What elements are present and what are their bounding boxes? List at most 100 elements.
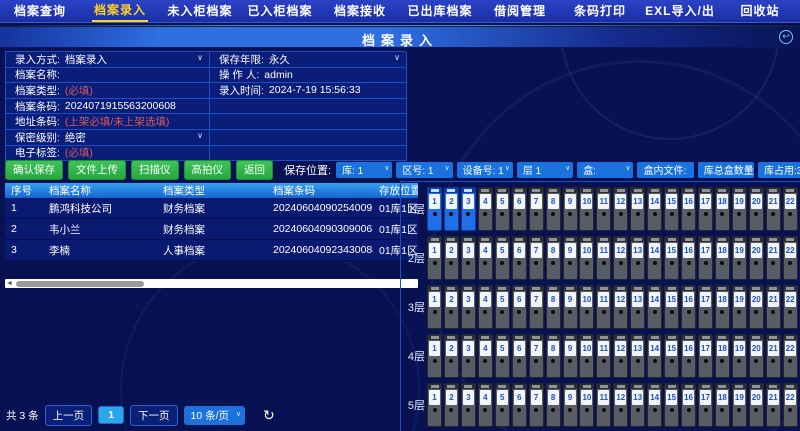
archive-box[interactable]: 2 bbox=[444, 236, 459, 280]
archive-box[interactable]: 10 bbox=[579, 334, 594, 378]
archive-box[interactable]: 19 bbox=[732, 187, 747, 231]
archive-box[interactable]: 19 bbox=[732, 383, 747, 427]
next-page-button[interactable]: 下一页 bbox=[130, 405, 178, 426]
field-save-years[interactable]: 保存年限: 永久 ∨ bbox=[210, 52, 407, 68]
archive-box[interactable]: 20 bbox=[749, 236, 764, 280]
location-select[interactable]: 区号: 1∨ bbox=[396, 162, 452, 178]
archive-box[interactable]: 20 bbox=[749, 334, 764, 378]
archive-box[interactable]: 13 bbox=[630, 383, 645, 427]
archive-box[interactable]: 20 bbox=[749, 383, 764, 427]
archive-box[interactable]: 6 bbox=[512, 236, 527, 280]
archive-box[interactable]: 7 bbox=[529, 187, 544, 231]
archive-box[interactable]: 6 bbox=[512, 285, 527, 329]
archive-box[interactable]: 1 bbox=[427, 334, 442, 378]
scroll-left-icon[interactable]: ◄ bbox=[6, 279, 13, 288]
scrollbar-thumb[interactable] bbox=[16, 281, 144, 287]
table-row[interactable]: 2韦小兰财务档案202406040903090063601库1区 bbox=[5, 219, 418, 240]
archive-box[interactable]: 22 bbox=[783, 285, 798, 329]
archive-box[interactable]: 6 bbox=[512, 383, 527, 427]
current-page-button[interactable]: 1 bbox=[98, 406, 124, 424]
archive-box[interactable]: 14 bbox=[647, 187, 662, 231]
prev-page-button[interactable]: 上一页 bbox=[45, 405, 93, 426]
table-row[interactable]: 3李楠人事档案202406040923430084401库1区 bbox=[5, 240, 418, 261]
archive-box[interactable]: 18 bbox=[715, 285, 730, 329]
archive-box[interactable]: 3 bbox=[461, 383, 476, 427]
archive-box[interactable]: 16 bbox=[681, 383, 696, 427]
archive-box[interactable]: 9 bbox=[563, 285, 578, 329]
archive-box[interactable]: 4 bbox=[478, 236, 493, 280]
archive-box[interactable]: 15 bbox=[664, 334, 679, 378]
field-archive-name[interactable]: 档案名称: bbox=[6, 68, 210, 84]
archive-box[interactable]: 18 bbox=[715, 187, 730, 231]
archive-box[interactable]: 19 bbox=[732, 334, 747, 378]
archive-box[interactable]: 15 bbox=[664, 236, 679, 280]
archive-box[interactable]: 9 bbox=[563, 383, 578, 427]
archive-box[interactable]: 1 bbox=[427, 383, 442, 427]
field-secrecy-level[interactable]: 保密级别: 绝密 ∨ bbox=[6, 130, 210, 146]
archive-box[interactable]: 21 bbox=[766, 383, 781, 427]
archive-box[interactable]: 8 bbox=[546, 383, 561, 427]
archive-box[interactable]: 14 bbox=[647, 334, 662, 378]
archive-box[interactable]: 17 bbox=[698, 334, 713, 378]
nav-tab[interactable]: 档案查询 bbox=[0, 1, 80, 21]
nav-tab[interactable]: 已出库档案 bbox=[400, 1, 480, 21]
archive-box[interactable]: 8 bbox=[546, 236, 561, 280]
archive-box[interactable]: 9 bbox=[563, 334, 578, 378]
nav-tab[interactable]: 已入柜档案 bbox=[240, 1, 320, 21]
table-row[interactable]: 1鹏鸿科技公司财务档案202406040902540091701库1区 bbox=[5, 198, 418, 219]
archive-box[interactable]: 16 bbox=[681, 285, 696, 329]
archive-box[interactable]: 4 bbox=[478, 334, 493, 378]
archive-box[interactable]: 18 bbox=[715, 236, 730, 280]
archive-box[interactable]: 13 bbox=[630, 187, 645, 231]
archive-box[interactable]: 7 bbox=[529, 285, 544, 329]
archive-box[interactable]: 2 bbox=[444, 334, 459, 378]
archive-box[interactable]: 4 bbox=[478, 285, 493, 329]
archive-box[interactable]: 17 bbox=[698, 236, 713, 280]
archive-box[interactable]: 2 bbox=[444, 285, 459, 329]
archive-box[interactable]: 20 bbox=[749, 285, 764, 329]
archive-box[interactable]: 15 bbox=[664, 285, 679, 329]
back-icon[interactable]: ↩ bbox=[779, 30, 793, 44]
location-select[interactable]: 库: 1∨ bbox=[336, 162, 392, 178]
archive-box[interactable]: 21 bbox=[766, 236, 781, 280]
archive-box[interactable]: 1 bbox=[427, 236, 442, 280]
archive-box[interactable]: 8 bbox=[546, 334, 561, 378]
archive-box[interactable]: 2 bbox=[444, 383, 459, 427]
archive-box[interactable]: 12 bbox=[613, 334, 628, 378]
archive-box[interactable]: 3 bbox=[461, 285, 476, 329]
archive-box[interactable]: 15 bbox=[664, 187, 679, 231]
archive-box[interactable]: 17 bbox=[698, 285, 713, 329]
archive-box[interactable]: 19 bbox=[732, 236, 747, 280]
field-entry-mode[interactable]: 录入方式: 档案录入 ∨ bbox=[6, 52, 210, 68]
archive-box[interactable]: 6 bbox=[512, 334, 527, 378]
archive-box[interactable]: 7 bbox=[529, 334, 544, 378]
archive-box[interactable]: 10 bbox=[579, 236, 594, 280]
archive-box[interactable]: 16 bbox=[681, 334, 696, 378]
location-select[interactable]: 库占用:3∨ bbox=[758, 162, 800, 178]
archive-box[interactable]: 9 bbox=[563, 187, 578, 231]
location-select[interactable]: 盒内文件: bbox=[637, 162, 693, 178]
archive-box[interactable]: 17 bbox=[698, 383, 713, 427]
archive-box[interactable]: 7 bbox=[529, 236, 544, 280]
archive-box[interactable]: 3 bbox=[461, 236, 476, 280]
archive-box[interactable]: 3 bbox=[461, 187, 476, 231]
archive-box[interactable]: 11 bbox=[596, 334, 611, 378]
archive-box[interactable]: 12 bbox=[613, 236, 628, 280]
archive-box[interactable]: 21 bbox=[766, 285, 781, 329]
nav-tab[interactable]: 条码打印 bbox=[560, 1, 640, 21]
archive-box[interactable]: 3 bbox=[461, 334, 476, 378]
archive-box[interactable]: 8 bbox=[546, 187, 561, 231]
archive-box[interactable]: 1 bbox=[427, 285, 442, 329]
location-select[interactable]: 层 1∨ bbox=[517, 162, 573, 178]
archive-box[interactable]: 10 bbox=[579, 383, 594, 427]
refresh-icon[interactable]: ↻ bbox=[263, 407, 275, 424]
archive-box[interactable]: 16 bbox=[681, 187, 696, 231]
archive-box[interactable]: 11 bbox=[596, 383, 611, 427]
archive-box[interactable]: 5 bbox=[495, 285, 510, 329]
location-select[interactable]: 盒:∨ bbox=[577, 162, 633, 178]
nav-tab[interactable]: 未入柜档案 bbox=[160, 1, 240, 21]
horizontal-scrollbar[interactable]: ◄ bbox=[5, 279, 418, 288]
nav-tab[interactable]: 档案录入 bbox=[80, 0, 160, 22]
action-button[interactable]: 确认保存 bbox=[5, 160, 63, 180]
archive-box[interactable]: 9 bbox=[563, 236, 578, 280]
